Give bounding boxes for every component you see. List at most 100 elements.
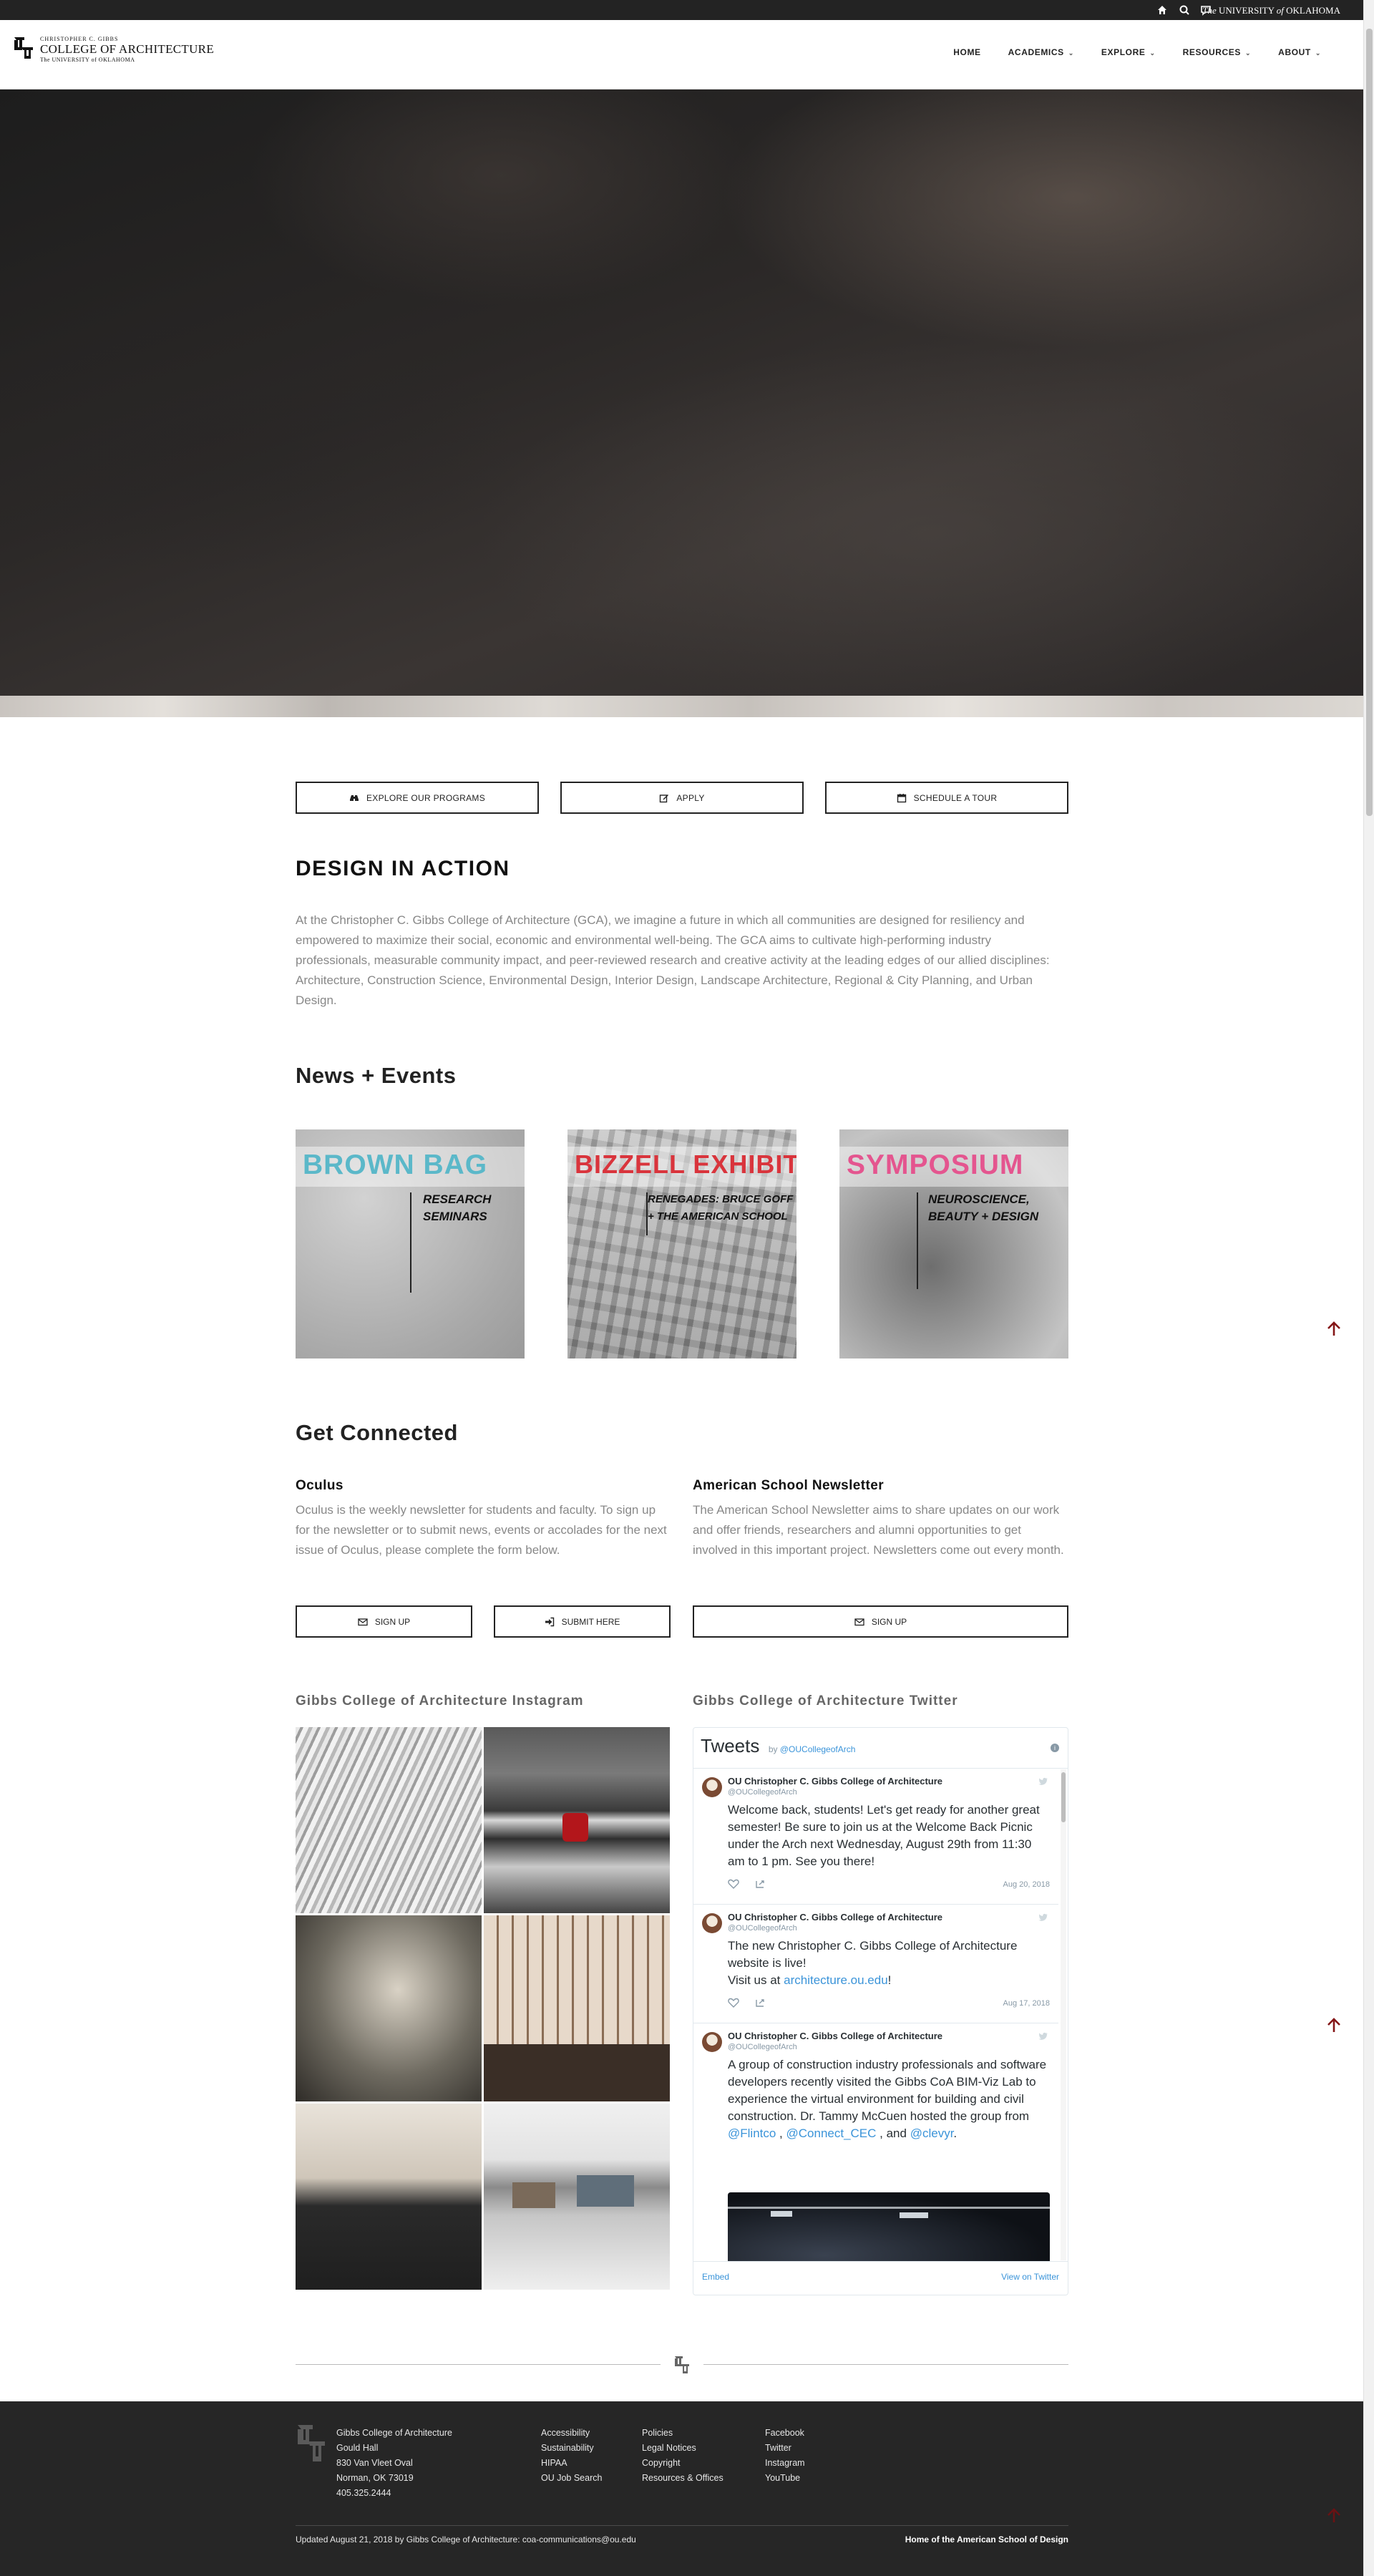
- news-card-title: SYMPOSIUM: [847, 1150, 1024, 1180]
- footer-link-hipaa[interactable]: HIPAA: [541, 2456, 602, 2471]
- footer-link-copyright[interactable]: Copyright: [642, 2456, 723, 2471]
- instagram-photo[interactable]: [484, 2104, 670, 2290]
- footer-link-accessibility[interactable]: Accessibility: [541, 2426, 602, 2441]
- twitter-bird-icon[interactable]: [1038, 2032, 1048, 2041]
- footer-link-instagram[interactable]: Instagram: [765, 2456, 805, 2471]
- avatar[interactable]: [702, 1913, 722, 1933]
- view-on-twitter-link[interactable]: View on Twitter: [1001, 2272, 1059, 2282]
- page-scrollbar[interactable]: [1363, 0, 1374, 2576]
- twitter-widget: Tweets by @OUCollegeofArch i OU Christop…: [693, 1727, 1068, 2295]
- edit-icon: [660, 794, 669, 802]
- photo-frame: [577, 2175, 634, 2207]
- heart-icon[interactable]: [728, 1879, 739, 1889]
- footer-updated-text: Updated August 21, 2018 by Gibbs College…: [296, 2534, 636, 2545]
- news-card-title: BIZZELL EXHIBIT: [575, 1150, 796, 1179]
- tweet[interactable]: OU Christopher C. Gibbs College of Archi…: [693, 2023, 1058, 2261]
- nav-explore[interactable]: EXPLORE ⌄: [1088, 42, 1169, 63]
- ou-logo-icon: [298, 2425, 325, 2461]
- footer-link-policies[interactable]: Policies: [642, 2426, 723, 2441]
- schedule-tour-button[interactable]: SCHEDULE A TOUR: [825, 782, 1068, 814]
- tweet-timeline[interactable]: OU Christopher C. Gibbs College of Archi…: [693, 1768, 1068, 2262]
- apply-button[interactable]: APPLY: [560, 782, 804, 814]
- footer-link-facebook[interactable]: Facebook: [765, 2426, 805, 2441]
- site-footer: Gibbs College of Architecture Gould Hall…: [0, 2401, 1363, 2576]
- tweet-text: The new Christopher C. Gibbs College of …: [728, 1939, 1018, 1987]
- binoculars-icon: [349, 794, 359, 801]
- info-icon[interactable]: i: [1051, 1744, 1059, 1752]
- photo-light: [900, 2212, 928, 2218]
- oculus-submit-button[interactable]: SUBMIT HERE: [494, 1605, 671, 1638]
- footer-link-legal[interactable]: Legal Notices: [642, 2441, 723, 2456]
- footer-home-link[interactable]: Home of the American School of Design: [905, 2534, 1068, 2545]
- footer-links-col1: Accessibility Sustainability HIPAA OU Jo…: [541, 2426, 602, 2486]
- get-connected-title: Get Connected: [296, 1420, 458, 1445]
- logo-small-text: CHRISTOPHER C. GIBBS: [40, 36, 119, 42]
- ou-logo-icon: [14, 37, 33, 59]
- page-scrollbar-thumb[interactable]: [1366, 29, 1373, 816]
- home-icon[interactable]: [1156, 4, 1168, 16]
- american-newsletter-title: American School Newsletter: [693, 1478, 884, 1493]
- tweet-photo[interactable]: [728, 2192, 1050, 2261]
- instagram-photo[interactable]: [296, 1915, 482, 2101]
- cta-row: EXPLORE OUR PROGRAMS APPLY SCHEDULE A TO…: [296, 782, 1068, 814]
- embed-link[interactable]: Embed: [702, 2272, 729, 2282]
- photo-light: [728, 2207, 1050, 2209]
- utility-bar: The UNIVERSITY of OKLAHOMA: [0, 0, 1363, 20]
- avatar[interactable]: [702, 1777, 722, 1797]
- explore-programs-button[interactable]: EXPLORE OUR PROGRAMS: [296, 782, 539, 814]
- back-to-top-icon[interactable]: [1325, 1321, 1343, 1338]
- mention-link[interactable]: @Flintco: [728, 2127, 776, 2140]
- hero-marble-strip: [0, 696, 1363, 717]
- back-to-top-icon[interactable]: [1325, 2017, 1343, 2034]
- tweet-timeline-scrollbar[interactable]: [1061, 1769, 1066, 2260]
- twitter-bird-icon[interactable]: [1038, 1777, 1048, 1786]
- tweet-date[interactable]: Aug 20, 2018: [1003, 1880, 1050, 1889]
- twitter-bird-icon[interactable]: [1038, 1913, 1048, 1922]
- tweet[interactable]: OU Christopher C. Gibbs College of Archi…: [693, 1769, 1058, 1905]
- oculus-title: Oculus: [296, 1478, 344, 1493]
- heart-icon[interactable]: [728, 1998, 739, 2008]
- footer-link-youtube[interactable]: YouTube: [765, 2471, 805, 2486]
- news-events-title: News + Events: [296, 1063, 457, 1088]
- college-logo[interactable]: CHRISTOPHER C. GIBBS COLLEGE OF ARCHITEC…: [11, 33, 214, 74]
- twitter-handle-link[interactable]: @OUCollegeofArch: [780, 1744, 856, 1754]
- footer-link-resources[interactable]: Resources & Offices: [642, 2471, 723, 2486]
- news-card-bizzell-exhibit[interactable]: BIZZELL EXHIBIT RENEGADES: BRUCE GOFF + …: [567, 1129, 796, 1359]
- divider-line: [296, 2364, 661, 2365]
- design-intro-text: At the Christopher C. Gibbs College of A…: [296, 913, 1050, 1007]
- footer-link-twitter[interactable]: Twitter: [765, 2441, 805, 2456]
- chevron-down-icon: ⌄: [1068, 49, 1074, 57]
- news-card-brown-bag[interactable]: BROWN BAG RESEARCH SEMINARS: [296, 1129, 525, 1359]
- nav-home[interactable]: HOME: [940, 42, 994, 63]
- nav-resources[interactable]: RESOURCES ⌄: [1169, 42, 1265, 63]
- mention-link[interactable]: @Connect_CEC: [786, 2127, 877, 2140]
- photo-light: [771, 2211, 792, 2217]
- nav-about[interactable]: ABOUT ⌄: [1265, 42, 1335, 63]
- envelope-icon: [358, 1618, 368, 1625]
- news-card-symposium[interactable]: SYMPOSIUM NEUROSCIENCE, BEAUTY + DESIGN: [839, 1129, 1068, 1359]
- footer-link-sustainability[interactable]: Sustainability: [541, 2441, 602, 2456]
- tweet[interactable]: OU Christopher C. Gibbs College of Archi…: [693, 1905, 1058, 2023]
- footer-address: Gibbs College of Architecture Gould Hall…: [336, 2428, 452, 2498]
- news-card-subtitle: NEUROSCIENCE, BEAUTY + DESIGN: [928, 1192, 1039, 1223]
- search-icon[interactable]: [1179, 4, 1190, 16]
- american-newsletter-signup-button[interactable]: SIGN UP: [693, 1605, 1068, 1638]
- mention-link[interactable]: @clevyr: [910, 2127, 954, 2140]
- avatar[interactable]: [702, 2032, 722, 2052]
- site-header: CHRISTOPHER C. GIBBS COLLEGE OF ARCHITEC…: [0, 20, 1363, 89]
- main-nav: HOME ACADEMICS ⌄ EXPLORE ⌄ RESOURCES ⌄ ABOU…: [940, 42, 1335, 63]
- nav-academics[interactable]: ACADEMICS ⌄: [995, 42, 1088, 63]
- share-icon[interactable]: [755, 1998, 766, 2008]
- instagram-photo[interactable]: [296, 1727, 482, 1913]
- footer-links-col2: Policies Legal Notices Copyright Resourc…: [642, 2426, 723, 2486]
- instagram-photo[interactable]: [484, 1727, 670, 1913]
- tweet-date[interactable]: Aug 17, 2018: [1003, 1999, 1050, 2008]
- instagram-photo[interactable]: [484, 1915, 670, 2101]
- share-icon[interactable]: [755, 1879, 766, 1889]
- footer-link-job-search[interactable]: OU Job Search: [541, 2471, 602, 2486]
- tweet-link[interactable]: architecture.ou.edu: [784, 1973, 888, 1987]
- instagram-photo[interactable]: [296, 2104, 482, 2290]
- back-to-top-icon[interactable]: [1325, 2507, 1343, 2524]
- oculus-signup-button[interactable]: SIGN UP: [296, 1605, 472, 1638]
- ou-wordmark[interactable]: The UNIVERSITY of OKLAHOMA: [1202, 5, 1340, 16]
